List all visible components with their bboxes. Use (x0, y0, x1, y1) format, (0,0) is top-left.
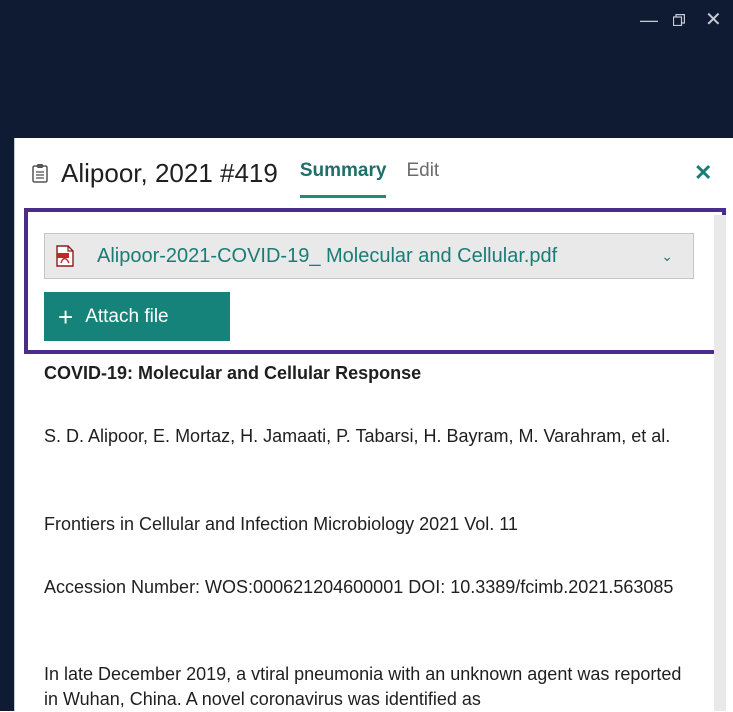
vertical-scrollbar[interactable] (714, 215, 726, 711)
reference-title: Alipoor, 2021 #419 (61, 157, 278, 188)
attach-file-label: Attach file (85, 305, 169, 327)
attach-file-button[interactable]: + Attach file (44, 292, 230, 341)
window-close-icon[interactable]: ✕ (705, 10, 722, 30)
reference-journal: Frontiers in Cellular and Infection Micr… (44, 514, 518, 534)
tab-summary[interactable]: Summary (299, 160, 386, 198)
restore-icon[interactable] (673, 14, 685, 26)
reference-article-title: COVID-19: Molecular and Cellular Respons… (44, 363, 422, 383)
reference-abstract: In late December 2019, a vtiral pneumoni… (44, 664, 682, 709)
close-panel-icon[interactable]: ✕ (694, 160, 712, 186)
pdf-icon (56, 245, 74, 267)
plus-icon: + (58, 301, 74, 332)
tab-edit[interactable]: Edit (406, 160, 439, 186)
clipboard-icon (32, 164, 48, 183)
minimize-icon[interactable]: — (640, 10, 658, 30)
chevron-down-icon[interactable]: ⌄ (661, 248, 673, 265)
reference-header: Alipoor, 2021 #419 Summary Edit (32, 150, 459, 198)
reference-accession: Accession Number: WOS:000621204600001 DO… (44, 577, 674, 597)
attachment-file-name: Alipoor-2021-COVID-19_ Molecular and Cel… (97, 244, 558, 267)
window-left-edge (0, 138, 14, 711)
reference-authors: S. D. Alipoor, E. Mortaz, H. Jamaati, P.… (44, 426, 671, 446)
attachment-dropdown[interactable]: Alipoor-2021-COVID-19_ Molecular and Cel… (44, 233, 694, 279)
window-titlebar: — ✕ (0, 0, 733, 138)
